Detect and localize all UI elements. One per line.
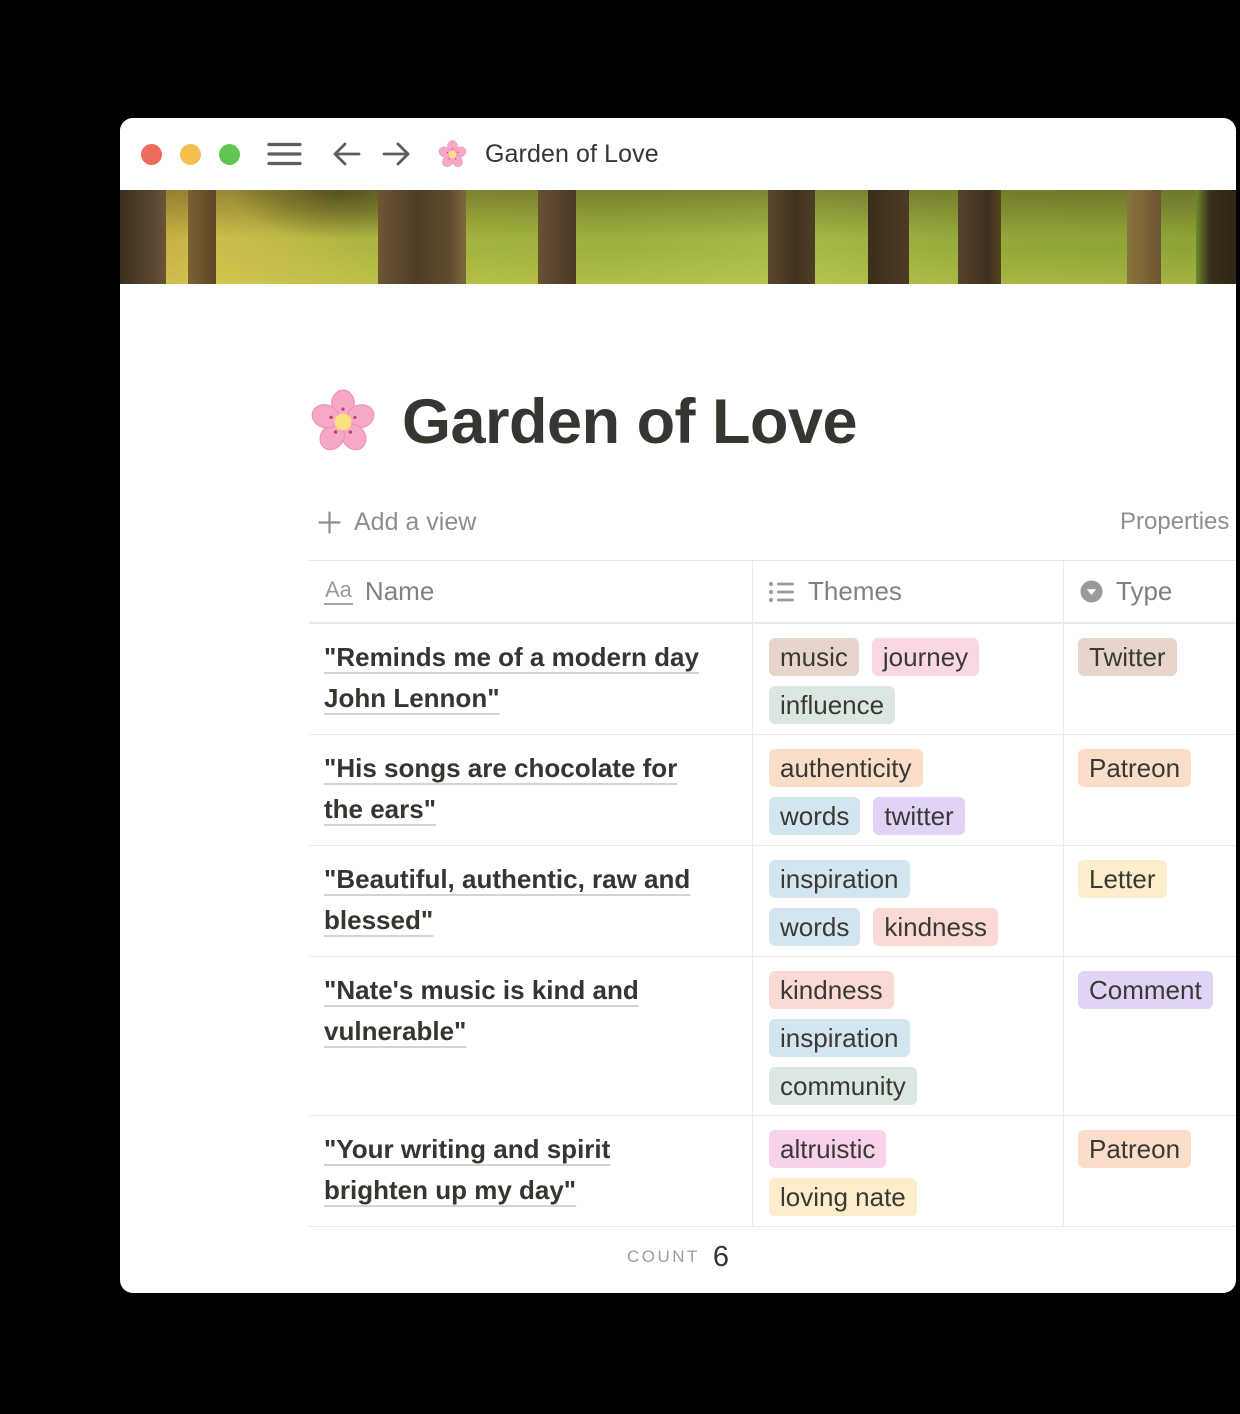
themes-cell[interactable]: music journey influence — [752, 624, 1064, 734]
name-cell[interactable]: "Your writing and spirit brighten up my … — [309, 1116, 752, 1226]
theme-tag[interactable]: altruistic — [769, 1130, 887, 1168]
themes-cell[interactable]: authenticity words twitter — [752, 735, 1064, 845]
tree-trunk — [868, 190, 909, 284]
row-title[interactable]: "Nate's music is kind and vulnerable" — [324, 970, 716, 1052]
theme-tag[interactable]: community — [769, 1067, 917, 1105]
themes-cell[interactable]: altruistic loving nate — [752, 1116, 1064, 1226]
properties-button[interactable]: Properties — [1120, 508, 1229, 536]
cover-image — [120, 190, 1236, 284]
theme-tag[interactable]: kindness — [873, 908, 998, 946]
column-label: Themes — [808, 576, 902, 606]
row-title[interactable]: "Your writing and spirit brighten up my … — [324, 1129, 716, 1211]
tree-trunk — [1196, 190, 1236, 284]
theme-tag[interactable]: authenticity — [769, 749, 923, 787]
theme-tag[interactable]: words — [769, 908, 861, 946]
table-footer: COUNT 6 — [120, 1227, 1236, 1287]
traffic-lights — [141, 143, 240, 165]
count-label[interactable]: COUNT — [627, 1247, 700, 1267]
page-title[interactable]: Garden of Love — [402, 386, 858, 458]
tree-trunk — [378, 190, 466, 284]
tree-trunk — [188, 190, 216, 284]
column-header-themes[interactable]: Themes — [752, 561, 1064, 622]
theme-tag[interactable]: twitter — [873, 797, 965, 835]
back-arrow-icon[interactable] — [332, 141, 361, 167]
type-tag[interactable]: Comment — [1078, 971, 1213, 1009]
type-cell[interactable]: Patreon — [1064, 1116, 1236, 1226]
type-tag[interactable]: Letter — [1078, 860, 1167, 898]
tree-trunk — [768, 190, 815, 284]
theme-tag[interactable]: kindness — [769, 971, 894, 1009]
minimize-window-button[interactable] — [180, 143, 201, 165]
forward-arrow-icon[interactable] — [382, 141, 411, 167]
theme-tag[interactable]: influence — [769, 686, 896, 724]
table-row: "Beautiful, authentic, raw and blessed" … — [309, 845, 1236, 956]
table-row: "Your writing and spirit brighten up my … — [309, 1115, 1236, 1226]
add-view-button[interactable]: Add a view — [318, 508, 476, 537]
type-cell[interactable]: Patreon — [1064, 735, 1236, 845]
theme-tag[interactable]: inspiration — [769, 860, 910, 898]
theme-tag[interactable]: loving nate — [769, 1178, 917, 1216]
type-cell[interactable]: Comment — [1064, 957, 1236, 1115]
column-header-name[interactable]: Aa Name — [309, 561, 752, 622]
select-property-icon — [1079, 579, 1104, 604]
cherry-blossom-emoji-icon — [438, 139, 467, 169]
tree-trunk — [1127, 190, 1161, 284]
count-value: 6 — [712, 1240, 730, 1273]
zoom-window-button[interactable] — [219, 143, 240, 165]
hamburger-menu-icon[interactable] — [267, 141, 302, 167]
window-title: Garden of Love — [485, 139, 659, 168]
page-header: Garden of Love — [310, 386, 1236, 458]
tree-trunk — [538, 190, 576, 284]
theme-tag[interactable]: journey — [871, 638, 980, 676]
table-header-row: Aa Name Themes Type — [309, 561, 1236, 623]
type-tag[interactable]: Patreon — [1078, 1130, 1192, 1168]
view-toolbar: Add a view Properties — [309, 502, 1236, 542]
row-title[interactable]: "Reminds me of a modern day John Lennon" — [324, 637, 716, 719]
column-header-type[interactable]: Type — [1064, 561, 1236, 622]
column-label: Type — [1116, 576, 1173, 606]
row-title[interactable]: "His songs are chocolate for the ears" — [324, 748, 716, 830]
add-view-label: Add a view — [354, 507, 477, 536]
type-tag[interactable]: Patreon — [1078, 749, 1192, 787]
table-row: "His songs are chocolate for the ears" a… — [309, 734, 1236, 845]
app-window: Garden of Love Garden of Love Add a view… — [120, 118, 1236, 1293]
table-row: "Reminds me of a modern day John Lennon"… — [309, 623, 1236, 734]
type-cell[interactable]: Letter — [1064, 846, 1236, 956]
theme-tag[interactable]: inspiration — [769, 1019, 910, 1057]
themes-cell[interactable]: inspiration words kindness — [752, 846, 1064, 956]
page-icon-cherry-blossom[interactable] — [310, 389, 376, 455]
theme-tag[interactable]: music — [769, 638, 859, 676]
type-cell[interactable]: Twitter — [1064, 624, 1236, 734]
themes-cell[interactable]: kindness inspiration community — [752, 957, 1064, 1115]
row-title[interactable]: "Beautiful, authentic, raw and blessed" — [324, 859, 716, 941]
tree-trunk — [958, 190, 1001, 284]
title-property-icon: Aa — [324, 578, 353, 605]
type-tag[interactable]: Twitter — [1078, 638, 1177, 676]
tree-trunk — [120, 190, 166, 284]
name-cell[interactable]: "Nate's music is kind and vulnerable" — [309, 957, 752, 1115]
close-window-button[interactable] — [141, 143, 162, 165]
theme-tag[interactable]: words — [769, 797, 861, 835]
database-table: Aa Name Themes Type "Reminds me of a mod… — [309, 560, 1236, 1227]
name-cell[interactable]: "His songs are chocolate for the ears" — [309, 735, 752, 845]
name-cell[interactable]: "Reminds me of a modern day John Lennon" — [309, 624, 752, 734]
screenshot-background: Garden of Love Garden of Love Add a view… — [0, 0, 1240, 1414]
column-label: Name — [364, 576, 435, 606]
name-cell[interactable]: "Beautiful, authentic, raw and blessed" — [309, 846, 752, 956]
table-row: "Nate's music is kind and vulnerable" ki… — [309, 956, 1236, 1115]
window-titlebar: Garden of Love — [120, 118, 1236, 190]
multi-select-property-icon — [768, 580, 796, 604]
